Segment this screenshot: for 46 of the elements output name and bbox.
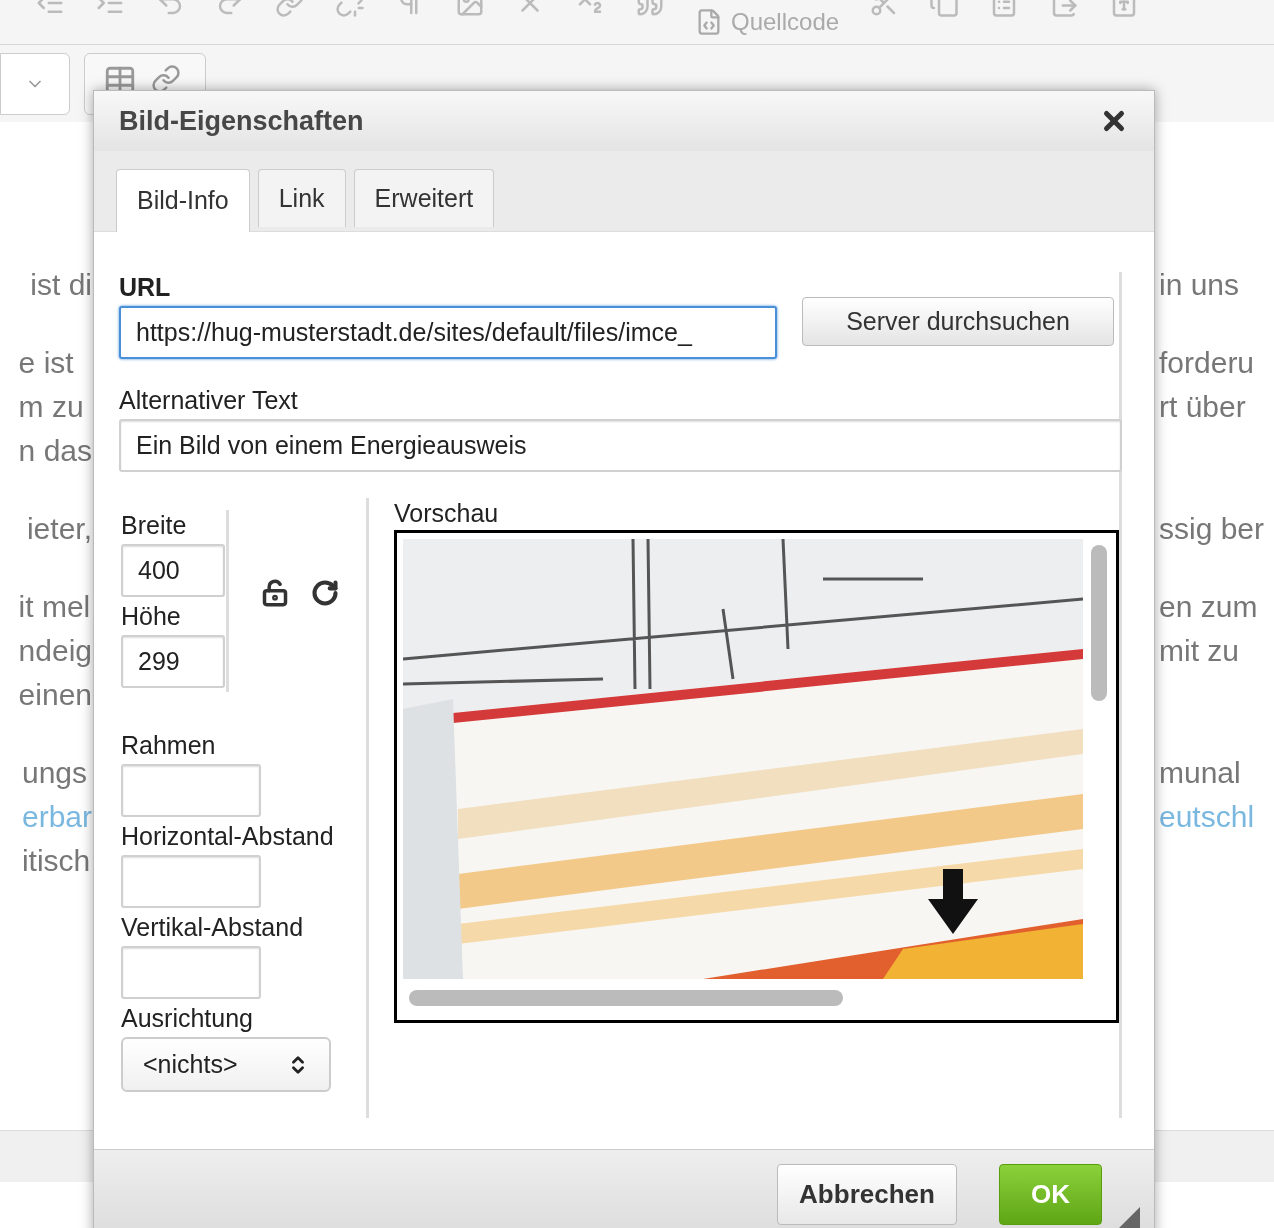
tab[interactable]: Link [257,169,346,227]
input-field[interactable] [121,764,261,817]
field-label: Breite [121,510,188,540]
reset-icon[interactable] [311,579,339,607]
paragraph-text: n das [18,433,92,469]
input-field[interactable] [121,855,261,908]
tab[interactable]: Bild-Info [116,169,250,232]
input-field[interactable]: https://hug-musterstadt.de/sites/default/files/imce_ [119,306,777,359]
paragraph-text: ist di [30,267,92,303]
paragraph-text: ssig ber [1159,511,1265,547]
input-field[interactable]: 299 [121,635,225,688]
dialog-title: Bild-Eigenschaften [119,104,364,138]
paragraph-text: munal [1159,755,1242,791]
field-label: Rahmen [121,730,217,760]
server-browse-button[interactable]: Server durchsuchen [802,297,1114,346]
input-field[interactable] [121,946,261,999]
field-label: Vertikal-Abstand [121,912,305,942]
field-label: Vorschau [394,498,500,528]
paragraph-text: itisch [21,843,92,879]
lock-icon[interactable] [261,579,289,607]
input-field[interactable]: Ein Bild von einem Energieausweis [119,419,1122,472]
format-dropdown[interactable] [0,52,70,115]
align-select[interactable]: <nichts> [121,1037,331,1092]
paragraph-text: ungs [21,755,88,791]
paragraph-text: in uns [1159,267,1240,303]
field-label: URL [119,272,172,302]
input-field[interactable]: 400 [121,544,225,597]
paragraph-text: it mel [18,589,92,625]
field-label: Alternativer Text [119,385,299,415]
paragraph-text: ieter, [26,511,92,547]
resize-grip-icon[interactable] [1118,1207,1140,1228]
paragraph-text: m zu [18,389,85,425]
field-label: Horizontal-Abstand [121,821,335,851]
paragraph-text: ndeig [18,633,92,669]
cancel-button[interactable]: Abbrechen [777,1164,957,1225]
paragraph-text: einen [18,677,92,713]
horizontal-scrollbar[interactable] [409,990,843,1006]
tab[interactable]: Erweitert [353,169,495,227]
vertical-scrollbar[interactable] [1091,545,1107,701]
paragraph-text: en zum [1159,589,1258,625]
field-label: Ausrichtung [121,1003,255,1033]
paragraph-text: forderu [1159,345,1255,381]
paragraph-text: e ist [18,345,75,381]
paragraph-text: rt über [1159,389,1247,425]
field-label: Höhe [121,601,182,631]
paragraph-text: mit zu [1159,633,1240,669]
